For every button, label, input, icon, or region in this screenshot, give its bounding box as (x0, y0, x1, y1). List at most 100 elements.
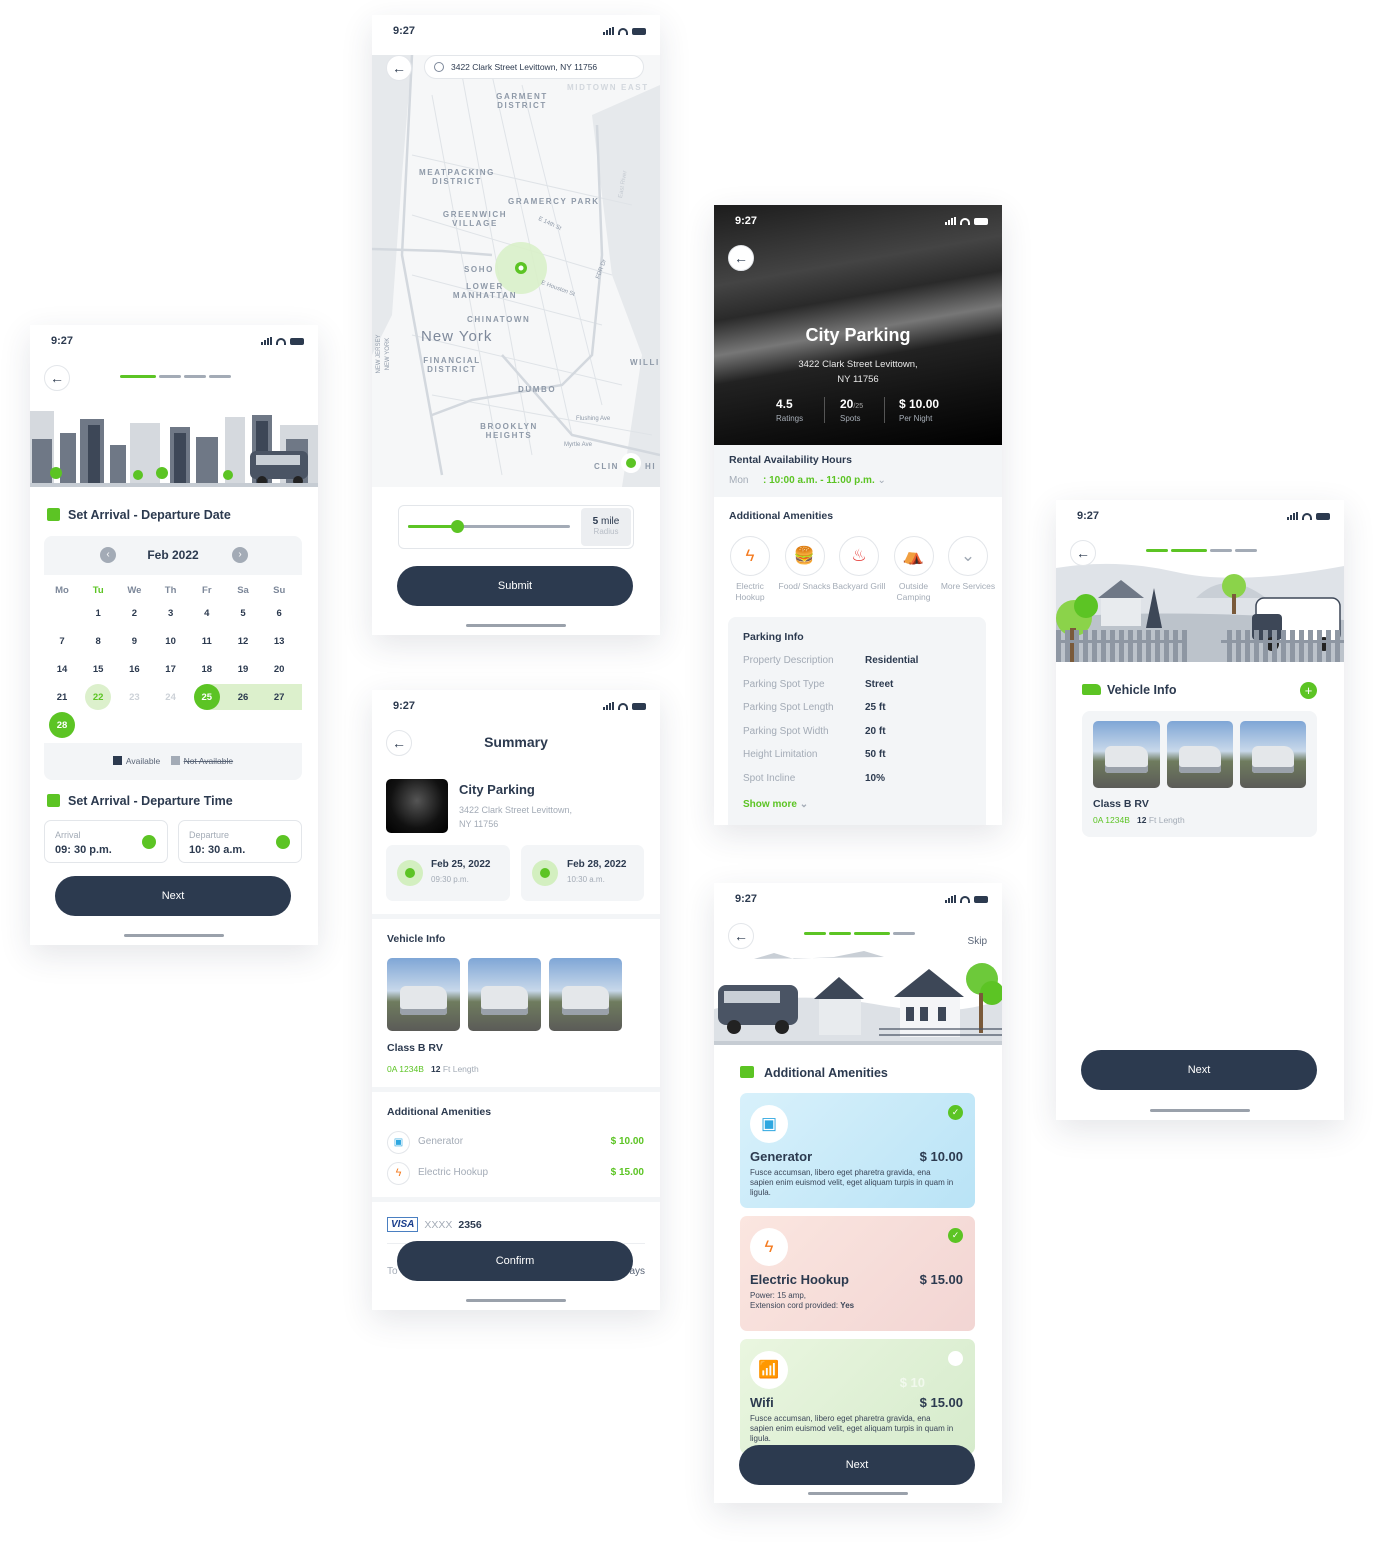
home-indicator (466, 1299, 566, 1302)
slider-handle[interactable] (450, 520, 464, 533)
chevron-down-icon[interactable]: ⌄ (948, 536, 988, 576)
generator-icon: ▣ (387, 1131, 410, 1154)
fence-post (1146, 630, 1151, 662)
map-screen: MIDTOWN EAST GARMENT DISTRICT MEATPACKIN… (372, 15, 660, 635)
back-button[interactable]: ← (386, 55, 412, 81)
check-icon[interactable]: ✓ (948, 1228, 963, 1243)
electric-hookup-icon: ϟ (387, 1162, 410, 1185)
calendar-day[interactable]: 26 (230, 684, 256, 710)
food-icon[interactable]: 🍔 (784, 536, 825, 576)
amenity-card-wifi[interactable]: 📶 $ 10 Wifi $ 15.00 Fusce accumsan, libe… (740, 1339, 975, 1454)
signal-icon (603, 27, 614, 35)
calendar-day[interactable]: 8 (85, 628, 111, 654)
arrow-left-icon: ← (734, 250, 748, 266)
fence-post (1308, 630, 1313, 662)
confirm-button[interactable]: Confirm (397, 1241, 633, 1281)
calendar-day[interactable]: 14 (49, 656, 75, 682)
wifi-icon (618, 703, 628, 710)
radius-slider-box: 5 mile Radius (398, 505, 634, 549)
vehicle-info-screen: 9:27 ← Vehicle Info + Class B RV 0A 1234… (1056, 500, 1344, 1120)
back-button[interactable]: ← (1070, 540, 1096, 566)
calendar-day[interactable]: 4 (194, 600, 220, 626)
divider (372, 1087, 660, 1092)
unchecked-circle[interactable] (948, 1351, 963, 1366)
calendar-day[interactable]: 13 (266, 628, 292, 654)
search-input[interactable]: 3422 Clark Street Levittown, NY 11756 (424, 55, 644, 79)
calendar-day[interactable]: 20 (266, 656, 292, 682)
calendar-day[interactable]: 12 (230, 628, 256, 654)
back-button[interactable]: ← (728, 245, 754, 271)
next-month-button[interactable]: › (232, 547, 248, 563)
fence-post (1281, 630, 1286, 662)
next-button[interactable]: Next (1081, 1050, 1317, 1090)
vehicle-photo[interactable] (1093, 721, 1160, 788)
check-icon[interactable]: ✓ (948, 1105, 963, 1120)
amenity-card-generator[interactable]: ▣ ✓ Generator $ 10.00 Fusce accumsan, li… (740, 1093, 975, 1208)
arrival-time-field[interactable]: Arrival 09: 30 p.m. (44, 820, 168, 863)
calendar-day[interactable]: 10 (158, 628, 184, 654)
fence-post (1317, 630, 1322, 662)
calendar-day[interactable]: 11 (194, 628, 220, 654)
parking-info-row: Property Description Residential (743, 655, 919, 666)
next-button[interactable]: Next (739, 1445, 975, 1485)
vehicle-photo[interactable] (549, 958, 622, 1031)
city-illustration (30, 403, 318, 487)
grill-icon[interactable]: ♨ (839, 536, 879, 576)
progress-indicator (120, 375, 231, 378)
amenity-card-electric-hookup[interactable]: ϟ ✓ Electric Hookup $ 15.00 Power: 15 am… (740, 1216, 975, 1331)
map-label: GREENWICH VILLAGE (442, 210, 508, 228)
generator-icon: ▣ (750, 1105, 788, 1143)
departure-time-field[interactable]: Departure 10: 30 a.m. (178, 820, 302, 863)
parking-info-row: Parking Spot Length 25 ft (743, 702, 886, 714)
departure-date-card: Feb 28, 2022 10:30 a.m. (521, 845, 644, 901)
weekday-label: Su (273, 585, 286, 596)
status-time: 9:27 (51, 335, 74, 347)
tent-icon[interactable]: ⛺ (893, 536, 934, 576)
calendar-day[interactable]: 3 (158, 600, 184, 626)
fence-post (1245, 630, 1250, 662)
back-button[interactable]: ← (44, 365, 70, 391)
calendar-day[interactable]: 18 (194, 656, 220, 682)
add-vehicle-button[interactable]: + (1300, 682, 1317, 699)
skip-button[interactable]: Skip (968, 936, 987, 947)
payment-card[interactable]: VISA XXXX 2356 (387, 1217, 482, 1232)
electric-hookup-icon: ϟ (750, 1228, 788, 1266)
clock-icon (142, 835, 156, 849)
back-button[interactable]: ← (728, 923, 754, 949)
amenity-label: Electric Hookup (735, 581, 765, 602)
next-button[interactable]: Next (55, 876, 291, 916)
divider (372, 1197, 660, 1202)
vehicle-card[interactable]: Class B RV 0A 1234B 12 Ft Length (1082, 711, 1317, 837)
calendar-day[interactable]: 25 (193, 684, 220, 710)
vehicle-photo[interactable] (387, 958, 460, 1031)
show-more-link[interactable]: Show more ⌄ (743, 799, 808, 810)
arrow-left-icon: ← (734, 928, 748, 944)
map-label: MIDTOWN EAST (567, 83, 649, 92)
vehicle-photo[interactable] (1240, 721, 1306, 788)
amenity-row: ϟ Electric Hookup $ 15.00 (387, 1162, 645, 1186)
radius-slider[interactable] (408, 520, 570, 533)
calendar-day[interactable]: 1 (85, 600, 111, 626)
progress-indicator (804, 932, 915, 935)
vehicle-photo[interactable] (1167, 721, 1233, 788)
calendar-day[interactable]: 15 (85, 656, 111, 682)
fence-post (1101, 630, 1106, 662)
calendar-day[interactable]: 6 (266, 600, 292, 626)
calendar-day[interactable]: 28 (49, 712, 75, 738)
calendar-day[interactable]: 22 (85, 684, 112, 710)
fence-post (1173, 630, 1178, 662)
calendar-day[interactable]: 5 (230, 600, 256, 626)
calendar-day[interactable]: 21 (49, 684, 75, 710)
calendar-day[interactable]: 7 (49, 628, 75, 654)
amenities-section-title: Additional Amenities (740, 1066, 888, 1080)
status-time: 9:27 (1077, 510, 1100, 522)
electric-hookup-icon[interactable]: ϟ (730, 536, 770, 576)
hours-dropdown[interactable]: Mon: 10:00 a.m. - 11:00 p.m. ⌄ (729, 475, 886, 486)
fence-post (1335, 630, 1340, 662)
vehicle-photo[interactable] (468, 958, 541, 1031)
calendar-day[interactable]: 27 (266, 684, 292, 710)
calendar-day[interactable]: 19 (230, 656, 256, 682)
submit-button[interactable]: Submit (397, 566, 633, 606)
calendar-day[interactable]: 17 (158, 656, 184, 682)
map-label: New York (421, 328, 493, 345)
